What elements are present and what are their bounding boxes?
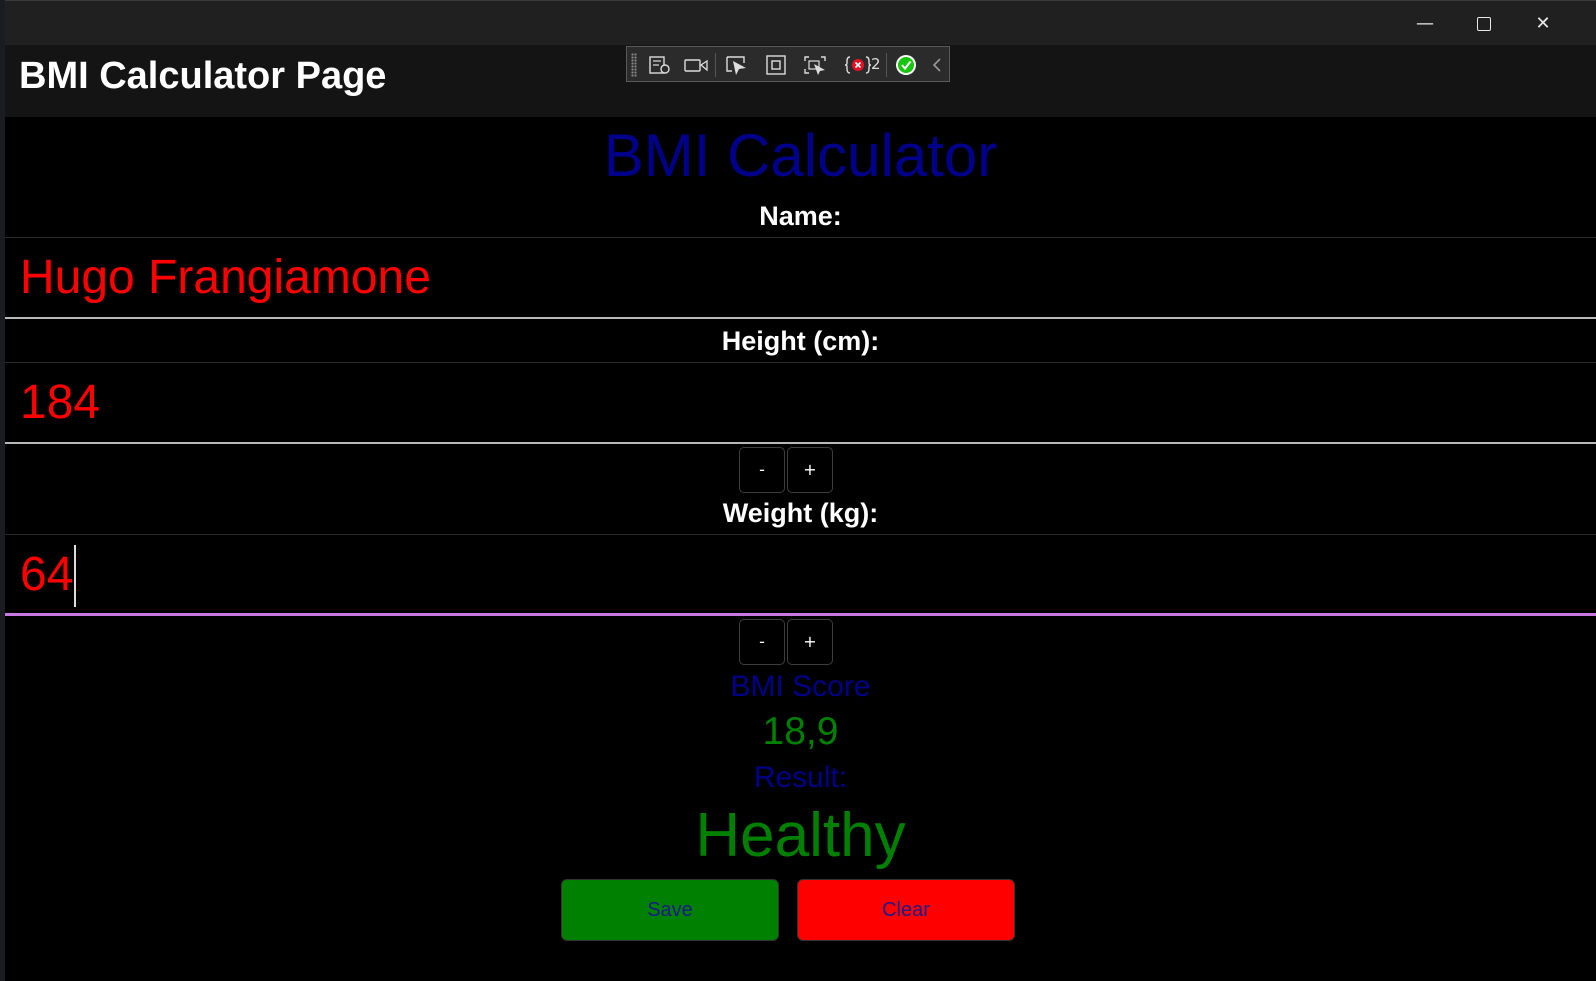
bmi-score-value: 18,9 (762, 710, 839, 753)
live-visual-tree-icon[interactable] (647, 54, 673, 76)
track-focus-icon[interactable] (802, 54, 828, 76)
record-icon[interactable] (683, 54, 709, 76)
minimize-icon[interactable]: — (1396, 1, 1454, 46)
xaml-debug-toolbar: 2 (626, 46, 950, 82)
name-value: Hugo Frangiamone (20, 251, 431, 304)
weight-field[interactable]: 64 (5, 534, 1596, 616)
hot-reload-ok-icon[interactable] (893, 54, 919, 76)
binding-failures-icon[interactable] (845, 54, 871, 76)
height-decrement-button[interactable]: - (739, 447, 785, 493)
collapse-chevron-icon[interactable] (925, 54, 951, 76)
name-field-underline (5, 317, 1596, 319)
form-heading: BMI Calculator (603, 122, 998, 189)
weight-increment-button[interactable]: + (787, 619, 833, 665)
save-button[interactable]: Save (561, 879, 779, 941)
bmi-form: BMI Calculator Name: Hugo Frangiamone He… (5, 117, 1596, 981)
weight-value: 64 (20, 545, 77, 607)
title-bar: — ✕ (5, 0, 1596, 45)
weight-decrement-button[interactable]: - (739, 619, 785, 665)
text-caret (74, 545, 77, 607)
binding-failures-count: 2 (871, 55, 881, 73)
drag-grip-icon[interactable] (631, 53, 637, 77)
bmi-score-label: BMI Score (730, 670, 871, 703)
weight-stepper: - + (739, 619, 837, 667)
app-window: — ✕ BMI Calculator Page 2 BMI Calculator… (5, 0, 1596, 981)
height-label: Height (cm): (721, 326, 880, 356)
result-label: Result: (753, 761, 848, 794)
clear-button[interactable]: Clear (797, 879, 1015, 941)
weight-value-text: 64 (20, 548, 74, 601)
weight-label: Weight (kg): (722, 498, 879, 528)
page-title: BMI Calculator Page (19, 55, 387, 97)
height-increment-button[interactable]: + (787, 447, 833, 493)
toolbar-separator (715, 53, 716, 77)
maximize-icon[interactable] (1455, 1, 1513, 46)
toolbar-separator (886, 53, 887, 77)
height-value: 184 (20, 376, 101, 429)
height-field[interactable]: 184 (5, 362, 1596, 444)
result-value: Healthy (695, 801, 906, 870)
select-element-icon[interactable] (724, 54, 750, 76)
name-field[interactable]: Hugo Frangiamone (5, 237, 1596, 319)
close-icon[interactable]: ✕ (1514, 1, 1572, 46)
height-stepper: - + (739, 447, 837, 495)
height-field-underline (5, 442, 1596, 444)
display-layout-adorners-icon[interactable] (763, 54, 789, 76)
weight-field-underline (5, 613, 1596, 616)
name-label: Name: (759, 201, 842, 231)
